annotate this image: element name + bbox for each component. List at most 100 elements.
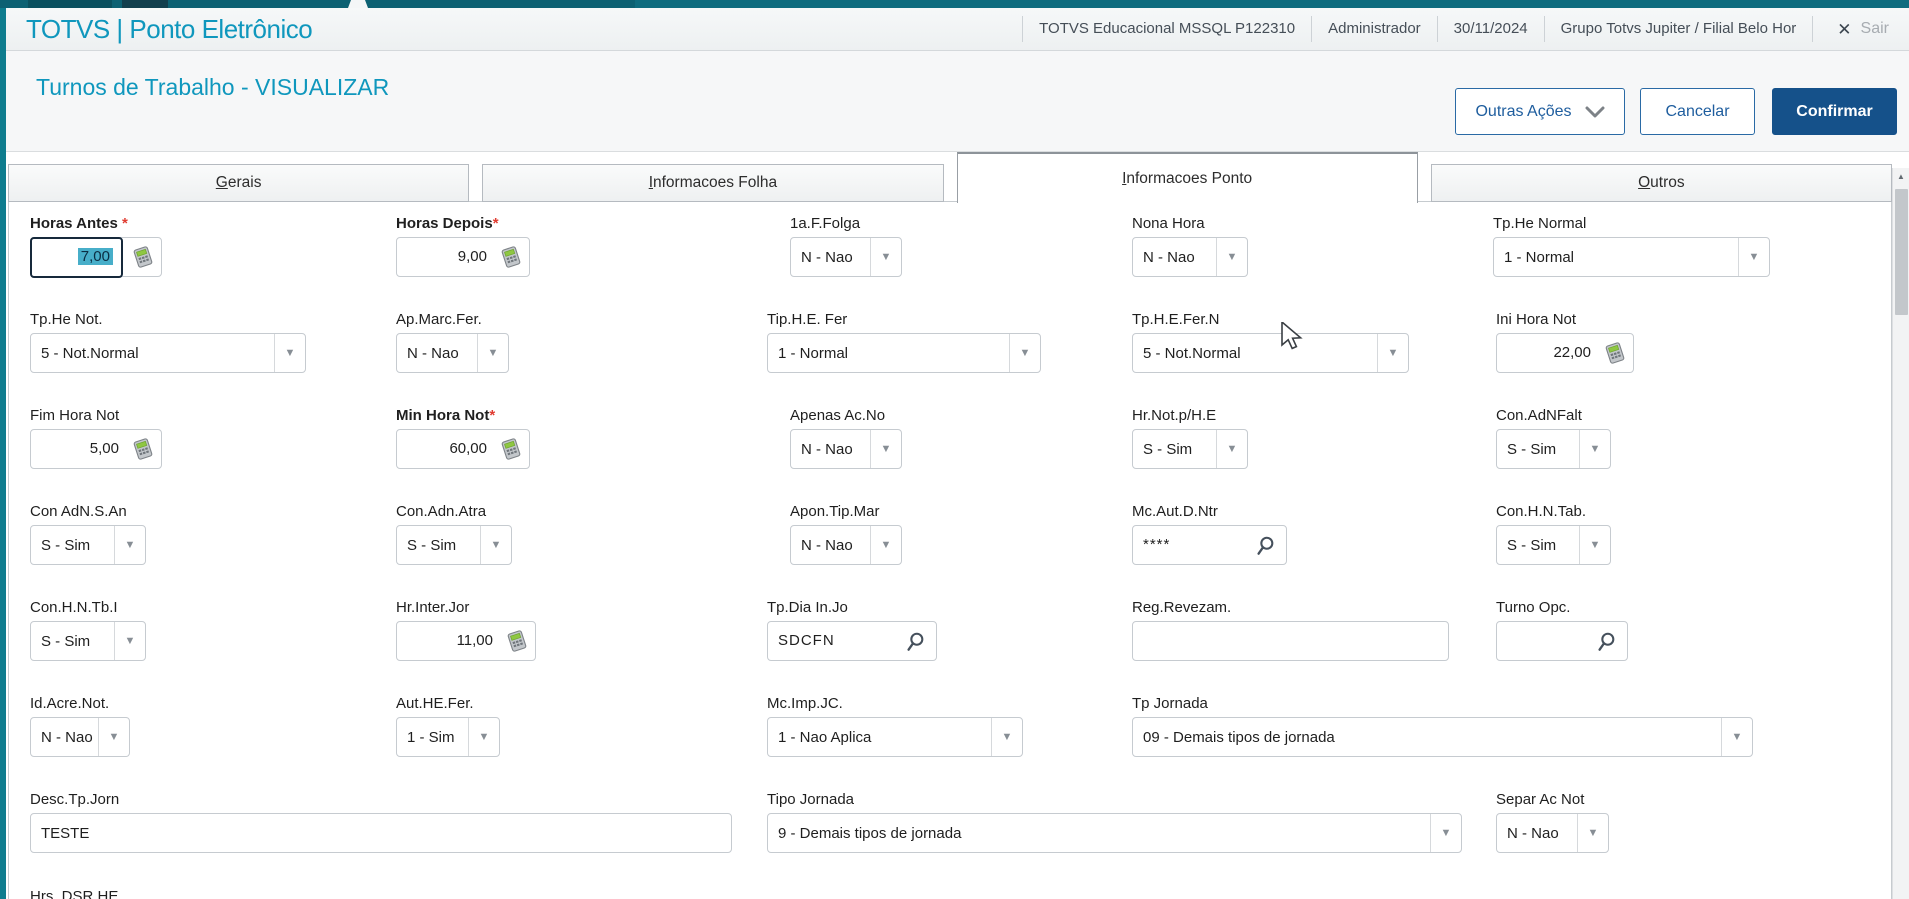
id-acre-not-select[interactable]: N - Nao ▼ (30, 717, 130, 757)
dropdown-arrow-icon[interactable]: ▼ (477, 334, 508, 372)
horas-depois-input[interactable]: 9,00 (396, 237, 530, 277)
nona-hora-select[interactable]: N - Nao ▼ (1132, 237, 1248, 277)
tp-jornada-label: Tp Jornada (1132, 695, 1208, 712)
tab-label: Informacoes Ponto (1122, 169, 1253, 187)
tp-dia-in-jo-lookup[interactable]: SDCFN (767, 621, 937, 661)
apenas-ac-no-select[interactable]: N - Nao ▼ (790, 429, 902, 469)
dropdown-arrow-icon[interactable]: ▼ (114, 526, 145, 564)
horas-antes-input[interactable]: 7,00 (30, 237, 162, 278)
totvs-window: TOTVS | Ponto Eletrônico TOTVS Educacion… (0, 0, 1909, 899)
dropdown-arrow-icon[interactable]: ▼ (1377, 334, 1408, 372)
hr-inter-jor-input[interactable]: 11,00 (396, 621, 536, 661)
field-con-adn-s-an: Con AdN.S.An S - Sim ▼ (30, 503, 146, 565)
tipo-jornada-select[interactable]: 9 - Demais tipos de jornada ▼ (767, 813, 1462, 853)
magnifier-icon[interactable] (905, 631, 927, 653)
ini-hora-not-value: 22,00 (1553, 344, 1591, 361)
calculator-icon[interactable] (1604, 342, 1626, 364)
field-aut-he-fer: Aut.HE.Fer. 1 - Sim ▼ (396, 695, 500, 757)
con-h-n-tab-select[interactable]: S - Sim ▼ (1496, 525, 1611, 565)
dropdown-arrow-icon[interactable]: ▼ (480, 526, 511, 564)
tab-outros[interactable]: Outros (1430, 164, 1892, 202)
exit-button[interactable]: ✕ Sair (1812, 16, 1909, 42)
desc-tp-jorn-input[interactable]: TESTE (30, 813, 732, 853)
dropdown-arrow-icon[interactable]: ▼ (98, 718, 129, 756)
tp-he-normal-select[interactable]: 1 - Normal ▼ (1493, 237, 1770, 277)
field-tip-he-fer: Tip.H.E. Fer 1 - Normal ▼ (767, 311, 1041, 373)
dropdown-arrow-icon[interactable]: ▼ (870, 238, 901, 276)
field-tp-jornada: Tp Jornada 09 - Demais tipos de jornada ▼ (1132, 695, 1753, 757)
reg-revezam-input[interactable] (1132, 621, 1449, 661)
calculator-icon[interactable] (500, 246, 522, 268)
fim-hora-not-input[interactable]: 5,00 (30, 429, 162, 469)
separ-ac-not-select[interactable]: N - Nao ▼ (1496, 813, 1609, 853)
user-label: Administrador (1311, 16, 1437, 42)
environment-label: TOTVS Educacional MSSQL P122310 (1022, 16, 1311, 42)
dropdown-arrow-icon[interactable]: ▼ (1738, 238, 1769, 276)
field-reg-revezam: Reg.Revezam. (1132, 599, 1449, 661)
calculator-icon[interactable] (132, 438, 154, 460)
dropdown-arrow-icon[interactable]: ▼ (274, 334, 305, 372)
dropdown-arrow-icon[interactable]: ▼ (1579, 526, 1610, 564)
con-adn-atra-value: S - Sim (407, 536, 457, 554)
tab-informacoes-folha[interactable]: Informacoes Folha (482, 164, 944, 202)
calculator-icon[interactable] (506, 630, 528, 652)
mc-aut-d-ntr-lookup[interactable]: **** (1132, 525, 1287, 565)
dropdown-arrow-icon[interactable]: ▼ (1430, 814, 1461, 852)
calculator-icon[interactable] (500, 438, 522, 460)
field-min-hora-not: Min Hora Not* 60,00 (396, 407, 530, 469)
dropdown-arrow-icon[interactable]: ▼ (991, 718, 1022, 756)
tp-he-fer-n-select[interactable]: 5 - Not.Normal ▼ (1132, 333, 1409, 373)
field-apenas-ac-no: Apenas Ac.No N - Nao ▼ (790, 407, 902, 469)
tp-he-not-select[interactable]: 5 - Not.Normal ▼ (30, 333, 306, 373)
aut-he-fer-value: 1 - Sim (407, 728, 455, 746)
dropdown-arrow-icon[interactable]: ▼ (870, 526, 901, 564)
apon-tip-mar-value: N - Nao (801, 536, 853, 554)
magnifier-icon[interactable] (1255, 535, 1277, 557)
magnifier-icon[interactable] (1596, 631, 1618, 653)
mouse-cursor-icon (1281, 322, 1303, 350)
dropdown-arrow-icon[interactable]: ▼ (1216, 238, 1247, 276)
ap-marc-fer-select[interactable]: N - Nao ▼ (396, 333, 509, 373)
field-nona-hora: Nona Hora N - Nao ▼ (1132, 215, 1248, 277)
mc-imp-jc-select[interactable]: 1 - Nao Aplica ▼ (767, 717, 1023, 757)
calculator-icon[interactable] (132, 246, 154, 268)
con-h-n-tb-i-select[interactable]: S - Sim ▼ (30, 621, 146, 661)
apon-tip-mar-select[interactable]: N - Nao ▼ (790, 525, 902, 565)
tip-he-fer-select[interactable]: 1 - Normal ▼ (767, 333, 1041, 373)
tp-he-not-value: 5 - Not.Normal (41, 344, 139, 362)
aut-he-fer-select[interactable]: 1 - Sim ▼ (396, 717, 500, 757)
con-h-n-tb-i-value: S - Sim (41, 632, 91, 650)
field-desc-tp-jorn: Desc.Tp.Jorn TESTE (30, 791, 732, 853)
vertical-scrollbar[interactable]: ▲ (1892, 168, 1909, 899)
fim-hora-not-label: Fim Hora Not (30, 407, 120, 424)
mc-aut-d-ntr-label: Mc.Aut.D.Ntr (1132, 503, 1218, 520)
tp-jornada-select[interactable]: 09 - Demais tipos de jornada ▼ (1132, 717, 1753, 757)
min-hora-not-input[interactable]: 60,00 (396, 429, 530, 469)
dropdown-arrow-icon[interactable]: ▼ (1577, 814, 1608, 852)
id-acre-not-value: N - Nao (41, 728, 93, 746)
tab-gerais[interactable]: Gerais (8, 164, 470, 202)
dropdown-arrow-icon[interactable]: ▼ (114, 622, 145, 660)
reg-revezam-label: Reg.Revezam. (1132, 599, 1232, 616)
hr-not-p-he-select[interactable]: S - Sim ▼ (1132, 429, 1248, 469)
dropdown-arrow-icon[interactable]: ▼ (1009, 334, 1040, 372)
required-asterisk: * (489, 407, 496, 424)
dropdown-arrow-icon[interactable]: ▼ (1721, 718, 1752, 756)
horas-depois-label: Horas Depois* (396, 215, 499, 232)
con-h-n-tb-i-label: Con.H.N.Tb.I (30, 599, 118, 616)
separ-ac-not-value: N - Nao (1507, 824, 1559, 842)
tab-label: Informacoes Folha (648, 174, 778, 191)
dropdown-arrow-icon[interactable]: ▼ (468, 718, 499, 756)
tab-informacoes-ponto[interactable]: Informacoes Ponto (956, 152, 1418, 203)
con-adn-s-an-select[interactable]: S - Sim ▼ (30, 525, 146, 565)
dropdown-arrow-icon[interactable]: ▼ (870, 430, 901, 468)
dropdown-arrow-icon[interactable]: ▼ (1579, 430, 1610, 468)
ini-hora-not-input[interactable]: 22,00 (1496, 333, 1634, 373)
turno-opc-lookup[interactable] (1496, 621, 1628, 661)
1a-f-folga-select[interactable]: N - Nao ▼ (790, 237, 902, 277)
scrollbar-up-icon[interactable]: ▲ (1893, 168, 1909, 185)
con-adn-atra-select[interactable]: S - Sim ▼ (396, 525, 512, 565)
scrollbar-thumb[interactable] (1895, 189, 1908, 315)
dropdown-arrow-icon[interactable]: ▼ (1216, 430, 1247, 468)
con-adnfalt-select[interactable]: S - Sim ▼ (1496, 429, 1611, 469)
